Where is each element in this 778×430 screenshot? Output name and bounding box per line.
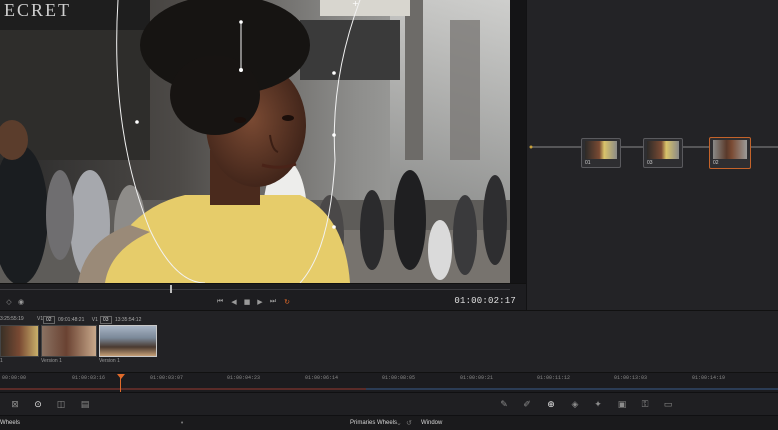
timeline-tick: 01:00:04:23 <box>227 375 261 381</box>
timeline-tick: 00:00:00 <box>2 375 27 381</box>
chevron-down-icon[interactable]: ⌄ <box>396 419 402 427</box>
eyedropper-icon[interactable]: ✐ <box>521 399 533 411</box>
background-sign-text: ECRET <box>4 0 71 20</box>
node-02-selected[interactable]: 02 <box>709 137 751 169</box>
window-crosshair-icon[interactable]: ⊕ <box>545 399 557 411</box>
magic-mask-icon[interactable]: ✦ <box>592 399 604 411</box>
scrubber-track[interactable] <box>0 289 510 290</box>
blur-icon[interactable]: ▣ <box>616 399 628 411</box>
timeline-clip-track-next <box>366 388 778 390</box>
clip-2-timecode: 09:01:48:21 <box>57 317 85 323</box>
timeline-playhead-handle[interactable] <box>117 374 125 379</box>
palette-header: Wheels • Primaries Wheels ⌄ ↺ Window <box>0 415 778 430</box>
viewer-frame: ECRET + <box>0 0 510 283</box>
timeline-tick: 01:00:03:07 <box>150 375 184 381</box>
mini-timeline[interactable]: 00:00:00 01:00:03:16 01:00:03:07 01:00:0… <box>0 372 778 393</box>
grid-icon[interactable]: ▤ <box>79 399 91 411</box>
node-01[interactable]: 01 <box>581 138 621 168</box>
timeline-clip-track <box>0 388 366 390</box>
clip-2-thumbnail[interactable] <box>41 325 97 357</box>
node-thumbnail <box>647 141 679 159</box>
timeline-tick: 01:00:06:14 <box>305 375 339 381</box>
layers-icon[interactable]: ◫ <box>55 399 67 411</box>
target-icon[interactable]: ⊙ <box>32 399 44 411</box>
clip-3-index: 03 <box>100 316 112 324</box>
primaries-wheels-label[interactable]: Primaries Wheels <box>350 420 397 426</box>
clip-3-meta: 03 13:35:54:12 <box>98 316 141 324</box>
viewer-side-strip <box>510 0 526 283</box>
pen-icon[interactable]: ✎ <box>498 399 510 411</box>
sizing-icon[interactable]: ▭ <box>662 399 674 411</box>
clip-2-track: V1 <box>91 317 98 323</box>
clips-strip: 3:25:55:19 V1 02 09:01:48:21 V1 03 13:35… <box>0 310 778 372</box>
svg-text:+: + <box>352 0 359 8</box>
clip-1-timecode: 3:25:55:19 <box>0 316 24 322</box>
options-dot-icon[interactable]: • <box>180 419 184 427</box>
node-editor[interactable]: 01 03 02 <box>526 0 778 310</box>
viewer-image[interactable]: ECRET + <box>0 0 510 283</box>
transport-bar: ◇ ◉ ⏮ ◀ ■ ▶ ⏭ ↻ 01:00:02:17 <box>0 283 526 310</box>
timeline-tick: 01:00:14:19 <box>692 375 726 381</box>
node-03[interactable]: 03 <box>643 138 683 168</box>
clip-3-thumbnail[interactable] <box>99 325 157 357</box>
node-thumbnail <box>585 141 617 159</box>
clip-3-timecode: 13:35:54:12 <box>114 317 142 323</box>
clip-3-label: Version 1 <box>99 358 120 364</box>
timeline-tick: 01:00:08:05 <box>382 375 416 381</box>
timeline-tick: 01:00:03:16 <box>72 375 106 381</box>
window-palette-label[interactable]: Window <box>421 420 442 426</box>
reset-icon[interactable]: ↺ <box>406 419 412 427</box>
audio-icon[interactable]: ◉ <box>16 297 26 306</box>
skip-forward-icon[interactable]: ⏭ <box>268 297 278 306</box>
node-label: 02 <box>713 160 719 166</box>
clip-1-label: 1 <box>0 358 3 364</box>
play-icon[interactable]: ▶ <box>255 297 265 306</box>
node-label: 01 <box>585 160 591 166</box>
step-back-icon[interactable]: ◀ <box>229 297 239 306</box>
clip-1-meta: 3:25:55:19 V1 <box>0 316 43 322</box>
timeline-tick: 01:00:09:21 <box>460 375 494 381</box>
timeline-tick: 01:00:13:03 <box>614 375 648 381</box>
clip-2-meta: 02 09:01:48:21 V1 <box>41 316 98 324</box>
tracker-icon[interactable]: ◈ <box>569 399 581 411</box>
wheels-tab-label[interactable]: Wheels <box>0 420 20 426</box>
clip-1-thumbnail[interactable] <box>0 325 39 357</box>
key-icon[interactable]: ⚿ <box>639 399 651 411</box>
node-label: 03 <box>647 160 653 166</box>
loop-playback-icon[interactable]: ↻ <box>282 297 292 306</box>
scrubber-head[interactable] <box>170 285 172 293</box>
playhead-timecode: 01:00:02:17 <box>454 296 516 306</box>
skip-back-icon[interactable]: ⏮ <box>215 297 225 306</box>
clip-2-index: 02 <box>43 316 55 324</box>
palette-tools-bar: ⊠ ⊙ ◫ ▤ ✎ ✐ ⊕ ◈ ✦ ▣ ⚿ ▭ <box>0 392 778 415</box>
timeline-tick: 01:00:11:12 <box>537 375 571 381</box>
stop-icon[interactable]: ■ <box>242 297 252 306</box>
fit-frame-icon[interactable]: ⊠ <box>9 399 21 411</box>
loop-icon[interactable]: ◇ <box>4 297 14 306</box>
node-thumbnail <box>713 140 747 159</box>
clip-2-label: Version 1 <box>41 358 62 364</box>
